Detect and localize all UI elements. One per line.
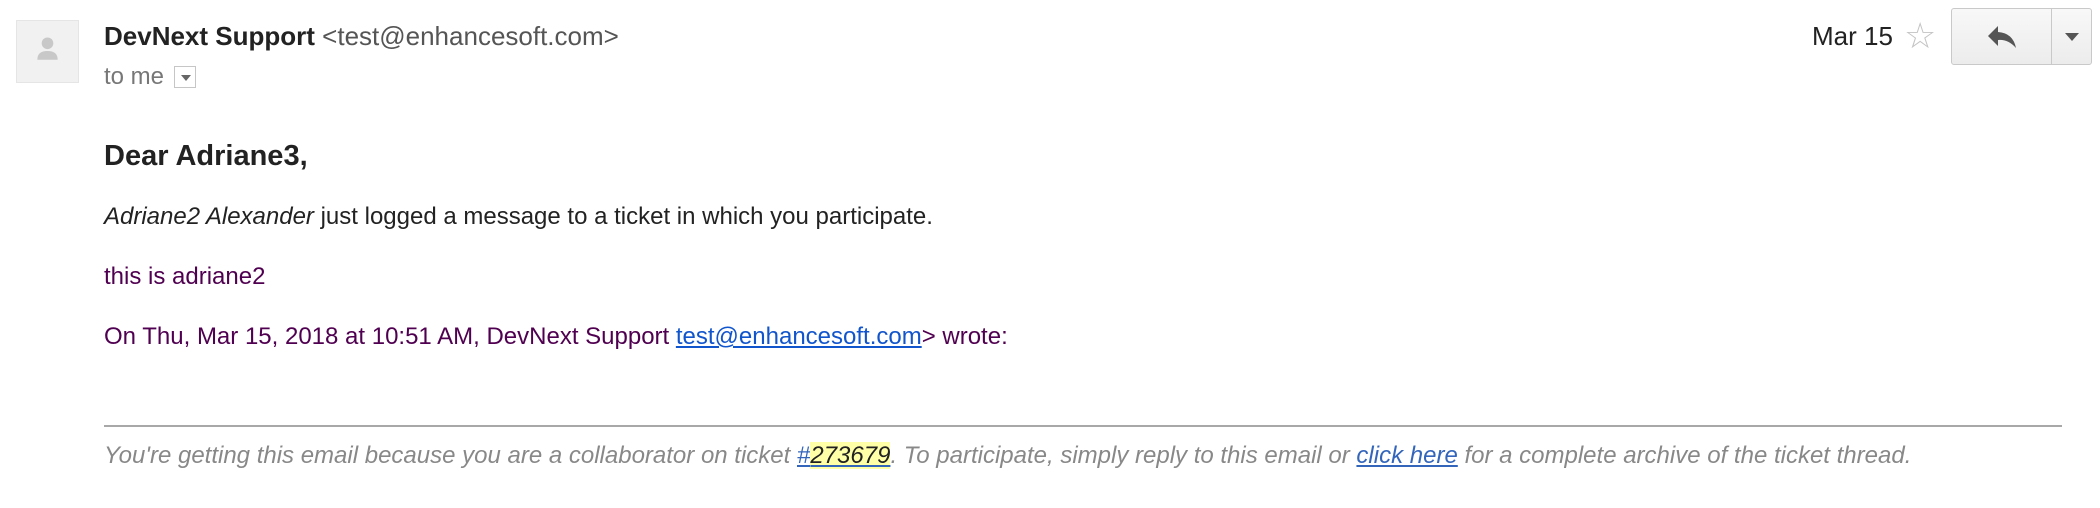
more-actions-button[interactable] <box>2052 9 2091 64</box>
sender-email: <test@enhancesoft.com> <box>322 21 619 51</box>
footer-divider <box>104 425 2062 427</box>
message-date[interactable]: Mar 15 <box>1812 20 1893 52</box>
quoted-text: this is adriane2 <box>104 263 266 290</box>
recipient-label: to me <box>104 63 165 90</box>
footer-text-suffix: for a complete archive of the ticket thr… <box>1457 442 1912 469</box>
message-text: just logged a message to a ticket in whi… <box>313 203 933 230</box>
attribution-prefix: On Thu, Mar 15, 2018 at 10:51 AM, DevNex… <box>104 323 676 350</box>
default-person-icon <box>37 37 58 60</box>
attribution-suffix: > wrote: <box>921 323 1008 350</box>
ticket-number: 273679 <box>810 442 891 469</box>
footer-text-middle: . To participate, simply reply to this e… <box>890 442 1357 469</box>
star-icon[interactable]: ☆ <box>1904 16 1936 56</box>
quote-attribution: On Thu, Mar 15, 2018 at 10:51 AM, DevNex… <box>104 322 1008 352</box>
ticket-link[interactable]: #273679 <box>797 442 891 469</box>
caret-down-icon <box>2064 32 2079 41</box>
email-message: Adriane2 Alexander just logged a message… <box>104 202 933 232</box>
avatar <box>16 20 79 83</box>
sender-line: DevNext Support <test@enhancesoft.com> <box>104 20 619 52</box>
email-greeting: Dear Adriane3, <box>104 140 308 172</box>
reply-icon <box>1987 25 2016 48</box>
reply-button[interactable] <box>1952 9 2052 64</box>
recipient-line: to me <box>104 62 197 92</box>
ticket-hash: # <box>797 442 811 469</box>
attribution-email-link[interactable]: test@enhancesoft.com <box>676 323 922 350</box>
archive-link[interactable]: click here <box>1356 442 1457 469</box>
message-author: Adriane2 Alexander <box>104 203 314 230</box>
show-details-dropdown-icon[interactable] <box>174 66 197 88</box>
reply-button-group <box>1951 8 2092 65</box>
sender-name[interactable]: DevNext Support <box>104 21 315 51</box>
footer-text-prefix: You're getting this email because you ar… <box>104 442 797 469</box>
email-footer: You're getting this email because you ar… <box>104 441 1911 471</box>
